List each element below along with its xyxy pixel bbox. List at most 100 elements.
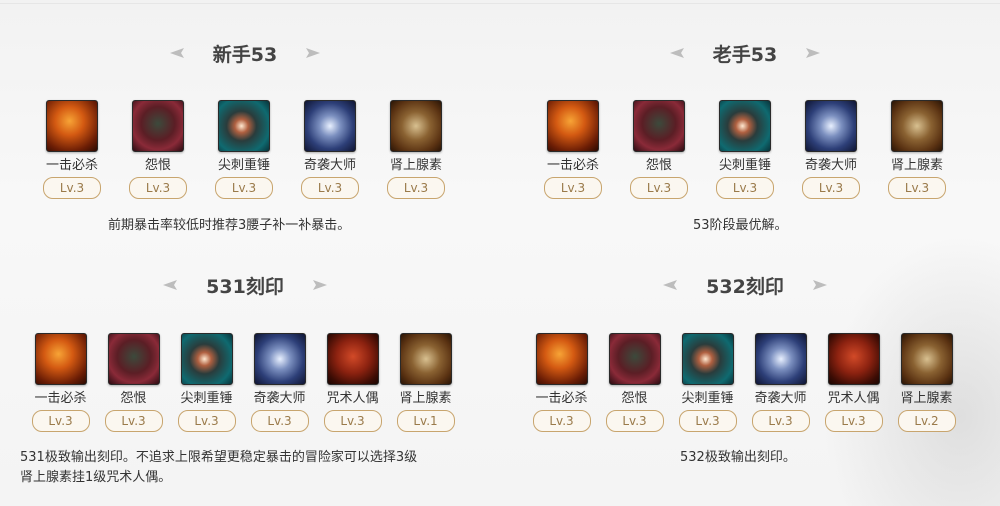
arrow-right-icon[interactable] [303, 47, 321, 59]
skill-name: 肾上腺素 [399, 391, 452, 406]
skill-name: 咒术人偶 [326, 391, 379, 406]
skill-item[interactable]: 奇袭大师 Lv.3 [744, 333, 817, 432]
skill-name: 奇袭大师 [253, 391, 306, 406]
skill-level-badge: Lv.2 [897, 410, 956, 432]
skill-item[interactable]: 奇袭大师 Lv.3 [788, 100, 874, 199]
skill-level-badge: Lv.3 [104, 410, 163, 432]
skill-name: 尖刺重锤 [718, 158, 771, 173]
spiked-ball-icon [218, 100, 270, 152]
skill-item[interactable]: 一击必杀 Lv.3 [24, 333, 97, 432]
skill-item[interactable]: 咒术人偶 Lv.3 [316, 333, 389, 432]
fire-strike-icon [34, 333, 87, 385]
adrenaline-icon [900, 333, 953, 385]
skill-item[interactable]: 尖刺重锤 Lv.3 [170, 333, 243, 432]
panel-heading: 新手53 [100, 38, 390, 68]
skill-name: 怨恨 [120, 391, 147, 406]
skill-level-badge: Lv.3 [824, 410, 883, 432]
skill-item[interactable]: 怨恨 Lv.3 [598, 333, 671, 432]
skill-level-badge: Lv.3 [605, 410, 664, 432]
panel-title: 新手53 [212, 43, 278, 66]
skill-name: 咒术人偶 [827, 391, 880, 406]
spiked-ball-icon [719, 100, 771, 152]
fire-strike-icon [46, 100, 98, 152]
skill-item[interactable]: 一击必杀 Lv.3 [525, 333, 598, 432]
arrow-left-icon[interactable] [662, 279, 680, 291]
skill-level-badge: Lv.3 [751, 410, 810, 432]
skill-item[interactable]: 奇袭大师 Lv.3 [287, 100, 373, 199]
panel-title: 532刻印 [706, 275, 784, 298]
arrow-right-icon[interactable] [810, 279, 828, 291]
skill-item[interactable]: 肾上腺素 Lv.3 [373, 100, 459, 199]
adrenaline-icon [399, 333, 452, 385]
arrow-right-icon[interactable] [310, 279, 328, 291]
skill-name: 尖刺重锤 [180, 391, 233, 406]
skill-level-badge: Lv.3 [250, 410, 309, 432]
skill-level-badge: Lv.3 [544, 177, 602, 199]
skill-name: 怨恨 [645, 158, 672, 173]
skill-name: 一击必杀 [546, 158, 599, 173]
grudge-beast-icon [633, 100, 685, 152]
description-line: 531极致输出刻印。不追求上限希望更稳定暴击的冒险家可以选择3级 [20, 450, 418, 465]
skill-item[interactable]: 一击必杀 Lv.3 [530, 100, 616, 199]
skill-name: 怨恨 [144, 158, 171, 173]
skill-name: 肾上腺素 [890, 158, 943, 173]
skill-item[interactable]: 尖刺重锤 Lv.3 [671, 333, 744, 432]
skill-name: 奇袭大师 [303, 158, 356, 173]
skill-level-badge: Lv.3 [532, 410, 591, 432]
skill-level-badge: Lv.3 [301, 177, 359, 199]
skill-item[interactable]: 肾上腺素 Lv.2 [890, 333, 963, 432]
skill-name: 肾上腺素 [389, 158, 442, 173]
skill-item[interactable]: 尖刺重锤 Lv.3 [201, 100, 287, 199]
skill-item[interactable]: 怨恨 Lv.3 [616, 100, 702, 199]
fire-strike-icon [535, 333, 588, 385]
skill-name: 奇袭大师 [754, 391, 807, 406]
skill-level-badge: Lv.3 [323, 410, 382, 432]
skill-item[interactable]: 一击必杀 Lv.3 [29, 100, 115, 199]
skill-item[interactable]: 怨恨 Lv.3 [115, 100, 201, 199]
skill-level-badge: Lv.3 [43, 177, 101, 199]
description-line: 肾上腺素挂1级咒术人偶。 [20, 470, 172, 485]
skill-name: 一击必杀 [34, 391, 87, 406]
build-description: 531极致输出刻印。不追求上限希望更稳定暴击的冒险家可以选择3级 肾上腺素挂1级… [20, 448, 417, 488]
skill-level-badge: Lv.3 [387, 177, 445, 199]
skill-name: 尖刺重锤 [681, 391, 734, 406]
arrow-left-icon[interactable] [162, 279, 180, 291]
spiked-ball-icon [180, 333, 233, 385]
skill-item[interactable]: 肾上腺素 Lv.3 [874, 100, 960, 199]
spiked-ball-icon [681, 333, 734, 385]
skill-item[interactable]: 咒术人偶 Lv.3 [817, 333, 890, 432]
skill-name: 奇袭大师 [804, 158, 857, 173]
build-description: 532极致输出刻印。 [680, 450, 796, 465]
raid-swirl-icon [805, 100, 857, 152]
raid-swirl-icon [754, 333, 807, 385]
arrow-left-icon[interactable] [169, 47, 187, 59]
cursed-doll-icon [326, 333, 379, 385]
arrow-right-icon[interactable] [803, 47, 821, 59]
top-divider [0, 3, 1000, 4]
skill-level-badge: Lv.3 [716, 177, 774, 199]
fire-strike-icon [547, 100, 599, 152]
raid-swirl-icon [304, 100, 356, 152]
panel-heading: 531刻印 [100, 270, 390, 300]
build-description: 53阶段最优解。 [693, 218, 788, 233]
skill-level-badge: Lv.3 [129, 177, 187, 199]
grudge-beast-icon [132, 100, 184, 152]
build-description: 前期暴击率较低时推荐3腰子补一补暴击。 [108, 218, 351, 233]
skill-list: 一击必杀 Lv.3 怨恨 Lv.3 尖刺重锤 Lv.3 奇袭大师 Lv.3 肾上… [29, 100, 459, 199]
skill-level-badge: Lv.3 [215, 177, 273, 199]
raid-swirl-icon [253, 333, 306, 385]
cursed-doll-icon [827, 333, 880, 385]
skill-list: 一击必杀 Lv.3 怨恨 Lv.3 尖刺重锤 Lv.3 奇袭大师 Lv.3 咒术… [525, 333, 963, 432]
skill-item[interactable]: 怨恨 Lv.3 [97, 333, 170, 432]
skill-level-badge: Lv.3 [31, 410, 90, 432]
adrenaline-icon [390, 100, 442, 152]
skill-item[interactable]: 肾上腺素 Lv.1 [389, 333, 462, 432]
skill-item[interactable]: 尖刺重锤 Lv.3 [702, 100, 788, 199]
skill-item[interactable]: 奇袭大师 Lv.3 [243, 333, 316, 432]
skill-level-badge: Lv.1 [396, 410, 455, 432]
arrow-left-icon[interactable] [669, 47, 687, 59]
skill-level-badge: Lv.3 [630, 177, 688, 199]
skill-level-badge: Lv.3 [888, 177, 946, 199]
skill-level-badge: Lv.3 [177, 410, 236, 432]
grudge-beast-icon [107, 333, 160, 385]
